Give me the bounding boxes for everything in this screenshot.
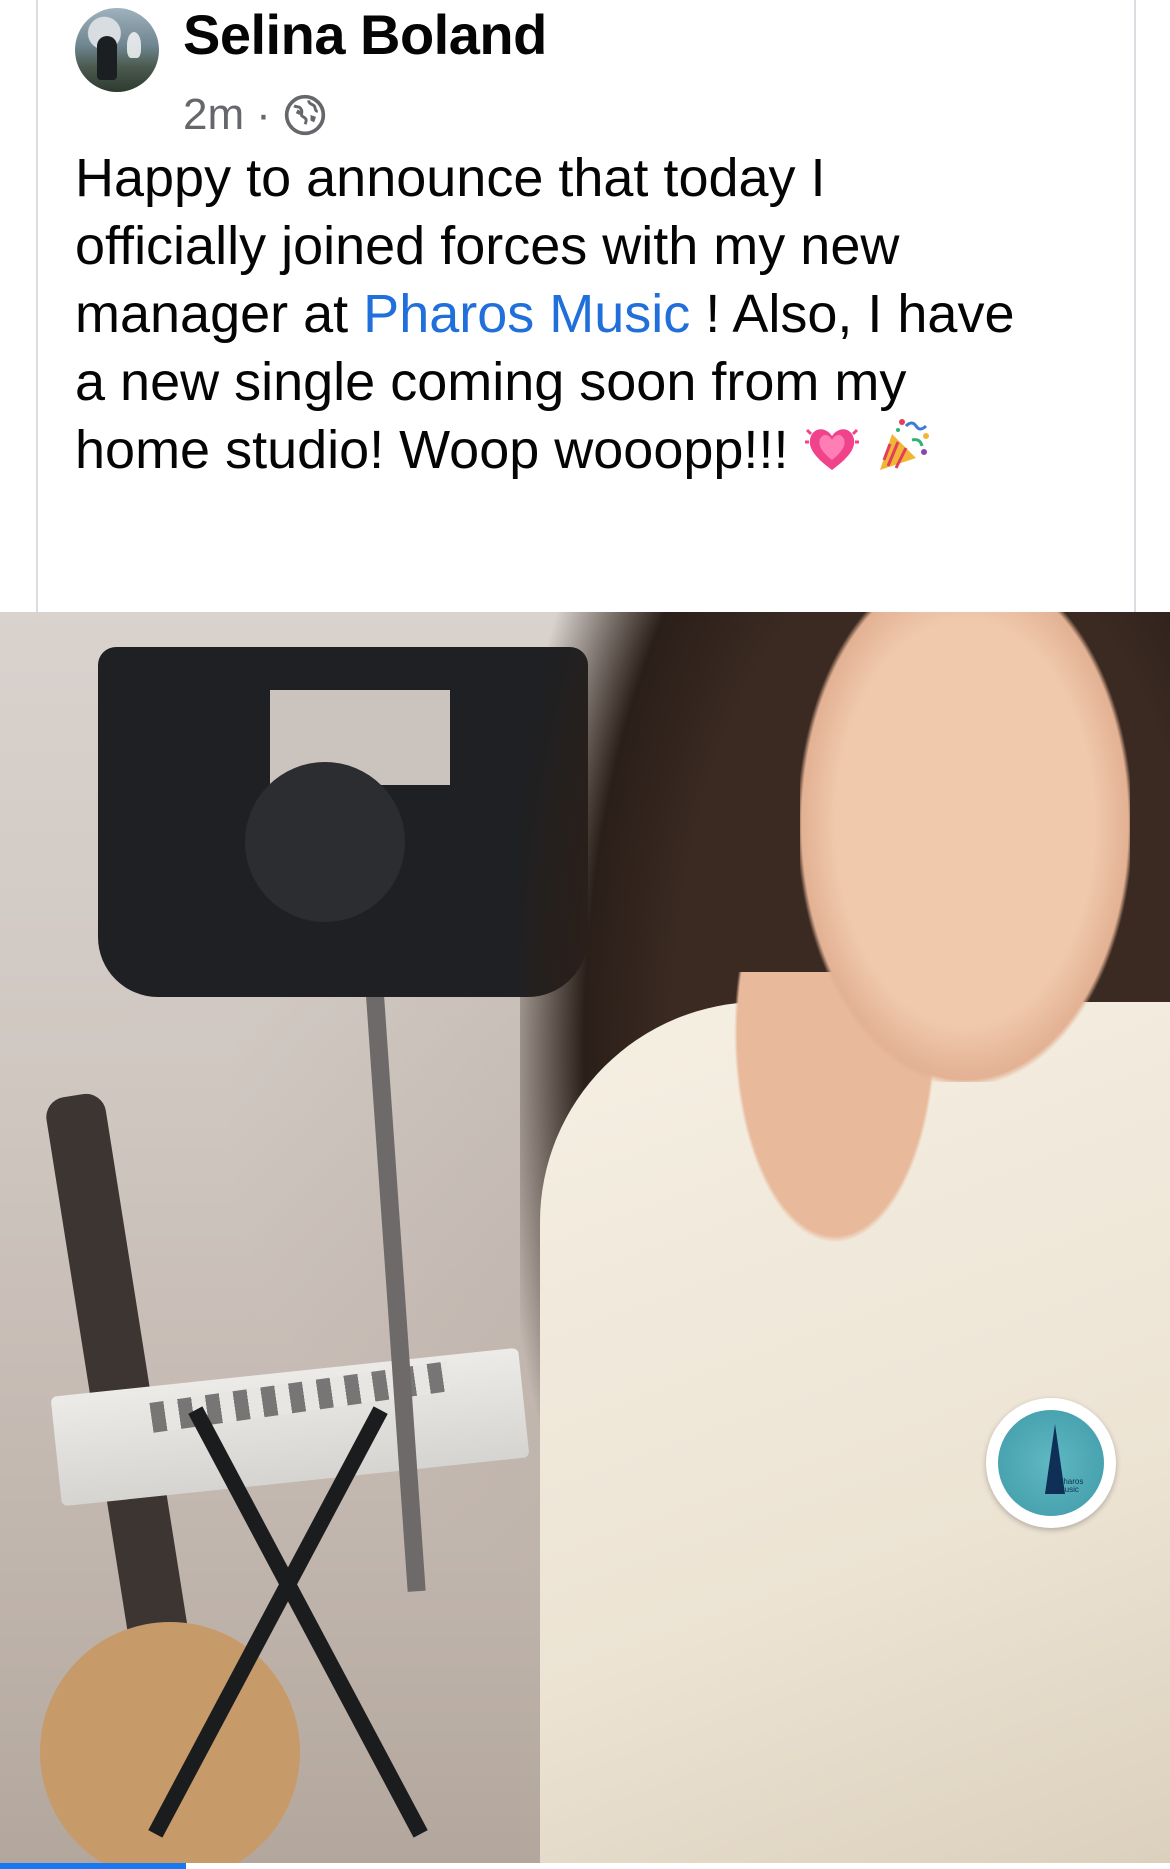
author-name[interactable]: Selina Boland (183, 2, 547, 67)
growing-heart-emoji (805, 428, 860, 470)
post-text-line-4: a new single coming soon from my (75, 352, 907, 412)
post-text-line-3-end: ! Also, I have (690, 284, 1015, 344)
post-time[interactable]: 2m (183, 90, 244, 140)
author-avatar[interactable] (75, 8, 159, 92)
loading-progress-bar (0, 1863, 186, 1869)
photo-face (800, 612, 1130, 1082)
globe-icon[interactable] (283, 93, 327, 137)
post-text-line-3-start: manager at (75, 284, 364, 344)
post-photo[interactable] (0, 612, 1170, 1863)
avatar-fountain (127, 32, 141, 58)
post-text: Happy to announce that today I officiall… (75, 144, 1135, 484)
post-text-line-2: officially joined forces with my new (75, 216, 900, 276)
post-meta: 2m · (183, 90, 327, 140)
post-text-line-3: manager at Pharos Music ! Also, I have (75, 280, 1135, 348)
post-card: Selina Boland 2m · Happy to announce tha… (36, 0, 1136, 612)
party-popper-emoji (880, 419, 930, 470)
badge-label: Pharos Music (1058, 1477, 1084, 1494)
pharos-music-link[interactable]: Pharos Music (363, 284, 690, 344)
photo-microphone (245, 762, 405, 922)
post-text-line-1: Happy to announce that today I (75, 148, 826, 208)
avatar-figure (97, 36, 117, 80)
pharos-lighthouse-icon: Pharos Music (998, 1410, 1104, 1516)
pharos-music-logo-badge: Pharos Music (986, 1398, 1116, 1528)
post-text-line-5-text: home studio! Woop wooopp!!! (75, 420, 804, 480)
meta-separator: · (256, 90, 271, 139)
post-text-line-5: home studio! Woop wooopp!!! (75, 416, 1135, 484)
